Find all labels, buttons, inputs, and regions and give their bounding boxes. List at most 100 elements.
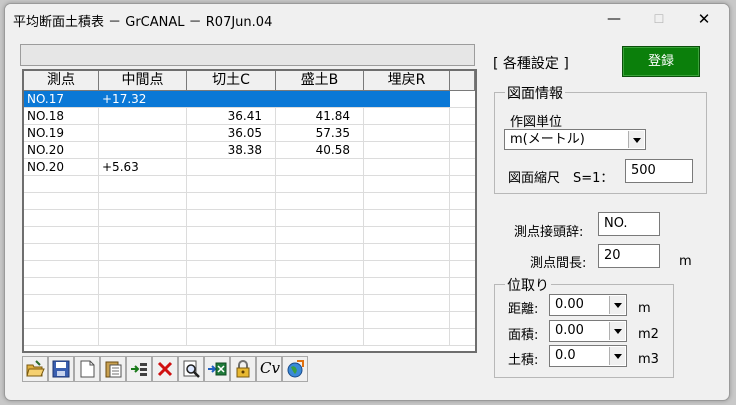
insert-row-button[interactable] — [126, 356, 152, 382]
volume-select[interactable]: 0.0 — [549, 345, 627, 367]
cell-backfill[interactable] — [364, 142, 450, 158]
empty-cell[interactable] — [364, 312, 450, 328]
empty-cell[interactable] — [187, 295, 276, 311]
web-button[interactable] — [282, 356, 308, 382]
data-grid[interactable]: 測点 中間点 切土C 盛土B 埋戻R NO.17 +17.32 NO.18 36… — [22, 69, 477, 353]
empty-cell[interactable] — [364, 193, 450, 209]
empty-cell[interactable] — [99, 278, 187, 294]
empty-cell[interactable] — [24, 329, 99, 345]
table-row[interactable]: NO.18 36.41 41.84 — [24, 108, 475, 125]
save-button[interactable] — [48, 356, 74, 382]
area-select[interactable]: 0.00 — [549, 320, 627, 342]
lock-button[interactable] — [230, 356, 256, 382]
drawing-unit-select[interactable]: m(メートル) — [504, 129, 646, 150]
empty-cell[interactable] — [364, 295, 450, 311]
cell-station[interactable]: NO.19 — [24, 125, 99, 141]
empty-cell[interactable] — [24, 193, 99, 209]
empty-cell[interactable] — [187, 312, 276, 328]
cell-station[interactable]: NO.20 — [24, 159, 99, 175]
distance-select[interactable]: 0.00 — [549, 294, 627, 316]
cell-fill[interactable] — [276, 91, 364, 107]
cell-intermediate[interactable]: +5.63 — [99, 159, 187, 175]
table-row[interactable] — [24, 278, 475, 295]
chevron-down-icon[interactable] — [609, 322, 625, 340]
column-header-intermediate[interactable]: 中間点 — [99, 71, 187, 91]
empty-cell[interactable] — [364, 278, 450, 294]
cell-backfill[interactable] — [364, 159, 450, 175]
close-button[interactable]: ✕ — [681, 4, 727, 34]
empty-cell[interactable] — [24, 210, 99, 226]
cell-fill[interactable]: 57.35 — [276, 125, 364, 141]
station-prefix-input[interactable]: NO. — [598, 212, 660, 236]
cell-cut[interactable]: 36.05 — [187, 125, 276, 141]
empty-cell[interactable] — [24, 227, 99, 243]
empty-cell[interactable] — [24, 261, 99, 277]
empty-cell[interactable] — [24, 295, 99, 311]
cell-cut[interactable]: 38.38 — [187, 142, 276, 158]
empty-cell[interactable] — [187, 176, 276, 192]
cell-intermediate[interactable] — [99, 125, 187, 141]
paste-button[interactable] — [100, 356, 126, 382]
cell-intermediate[interactable] — [99, 142, 187, 158]
table-row[interactable] — [24, 295, 475, 312]
empty-cell[interactable] — [99, 227, 187, 243]
empty-cell[interactable] — [187, 261, 276, 277]
table-row[interactable]: NO.17 +17.32 — [24, 91, 475, 108]
empty-cell[interactable] — [276, 244, 364, 260]
column-header-backfill[interactable]: 埋戻R — [364, 71, 450, 91]
empty-cell[interactable] — [187, 278, 276, 294]
table-row[interactable] — [24, 312, 475, 329]
empty-cell[interactable] — [24, 312, 99, 328]
empty-cell[interactable] — [24, 176, 99, 192]
empty-cell[interactable] — [187, 329, 276, 345]
cell-backfill[interactable] — [364, 125, 450, 141]
empty-cell[interactable] — [276, 193, 364, 209]
empty-cell[interactable] — [276, 312, 364, 328]
empty-cell[interactable] — [24, 244, 99, 260]
column-header-fill[interactable]: 盛土B — [276, 71, 364, 91]
empty-cell[interactable] — [276, 295, 364, 311]
cell-fill[interactable] — [276, 159, 364, 175]
empty-cell[interactable] — [99, 261, 187, 277]
register-button[interactable]: 登録 — [622, 46, 700, 77]
empty-cell[interactable] — [24, 278, 99, 294]
open-button[interactable] — [22, 356, 48, 382]
scale-input[interactable]: 500 — [625, 159, 693, 183]
maximize-button[interactable]: ☐ — [636, 4, 682, 34]
empty-cell[interactable] — [364, 210, 450, 226]
empty-cell[interactable] — [276, 210, 364, 226]
empty-cell[interactable] — [99, 176, 187, 192]
minimize-button[interactable]: — — [591, 4, 637, 34]
column-header-station[interactable]: 測点 — [24, 71, 99, 91]
cell-fill[interactable]: 41.84 — [276, 108, 364, 124]
empty-cell[interactable] — [276, 329, 364, 345]
chevron-down-icon[interactable] — [628, 131, 644, 148]
cell-fill[interactable]: 40.58 — [276, 142, 364, 158]
empty-cell[interactable] — [99, 295, 187, 311]
empty-cell[interactable] — [187, 227, 276, 243]
table-row[interactable] — [24, 210, 475, 227]
empty-cell[interactable] — [99, 329, 187, 345]
cell-backfill[interactable] — [364, 108, 450, 124]
table-row[interactable]: NO.20 38.38 40.58 — [24, 142, 475, 159]
cell-station[interactable]: NO.17 — [24, 91, 99, 107]
cell-cut[interactable]: 36.41 — [187, 108, 276, 124]
chevron-down-icon[interactable] — [609, 296, 625, 314]
table-row[interactable] — [24, 193, 475, 210]
cell-cut[interactable] — [187, 91, 276, 107]
table-row[interactable] — [24, 329, 475, 346]
empty-cell[interactable] — [99, 312, 187, 328]
table-row[interactable] — [24, 227, 475, 244]
empty-cell[interactable] — [99, 210, 187, 226]
cell-intermediate[interactable] — [99, 108, 187, 124]
empty-cell[interactable] — [276, 227, 364, 243]
empty-cell[interactable] — [276, 261, 364, 277]
empty-cell[interactable] — [364, 227, 450, 243]
empty-cell[interactable] — [187, 244, 276, 260]
empty-cell[interactable] — [99, 244, 187, 260]
cell-backfill[interactable] — [364, 91, 450, 107]
table-row[interactable] — [24, 261, 475, 278]
table-row[interactable]: NO.19 36.05 57.35 — [24, 125, 475, 142]
empty-cell[interactable] — [276, 278, 364, 294]
table-row[interactable] — [24, 176, 475, 193]
